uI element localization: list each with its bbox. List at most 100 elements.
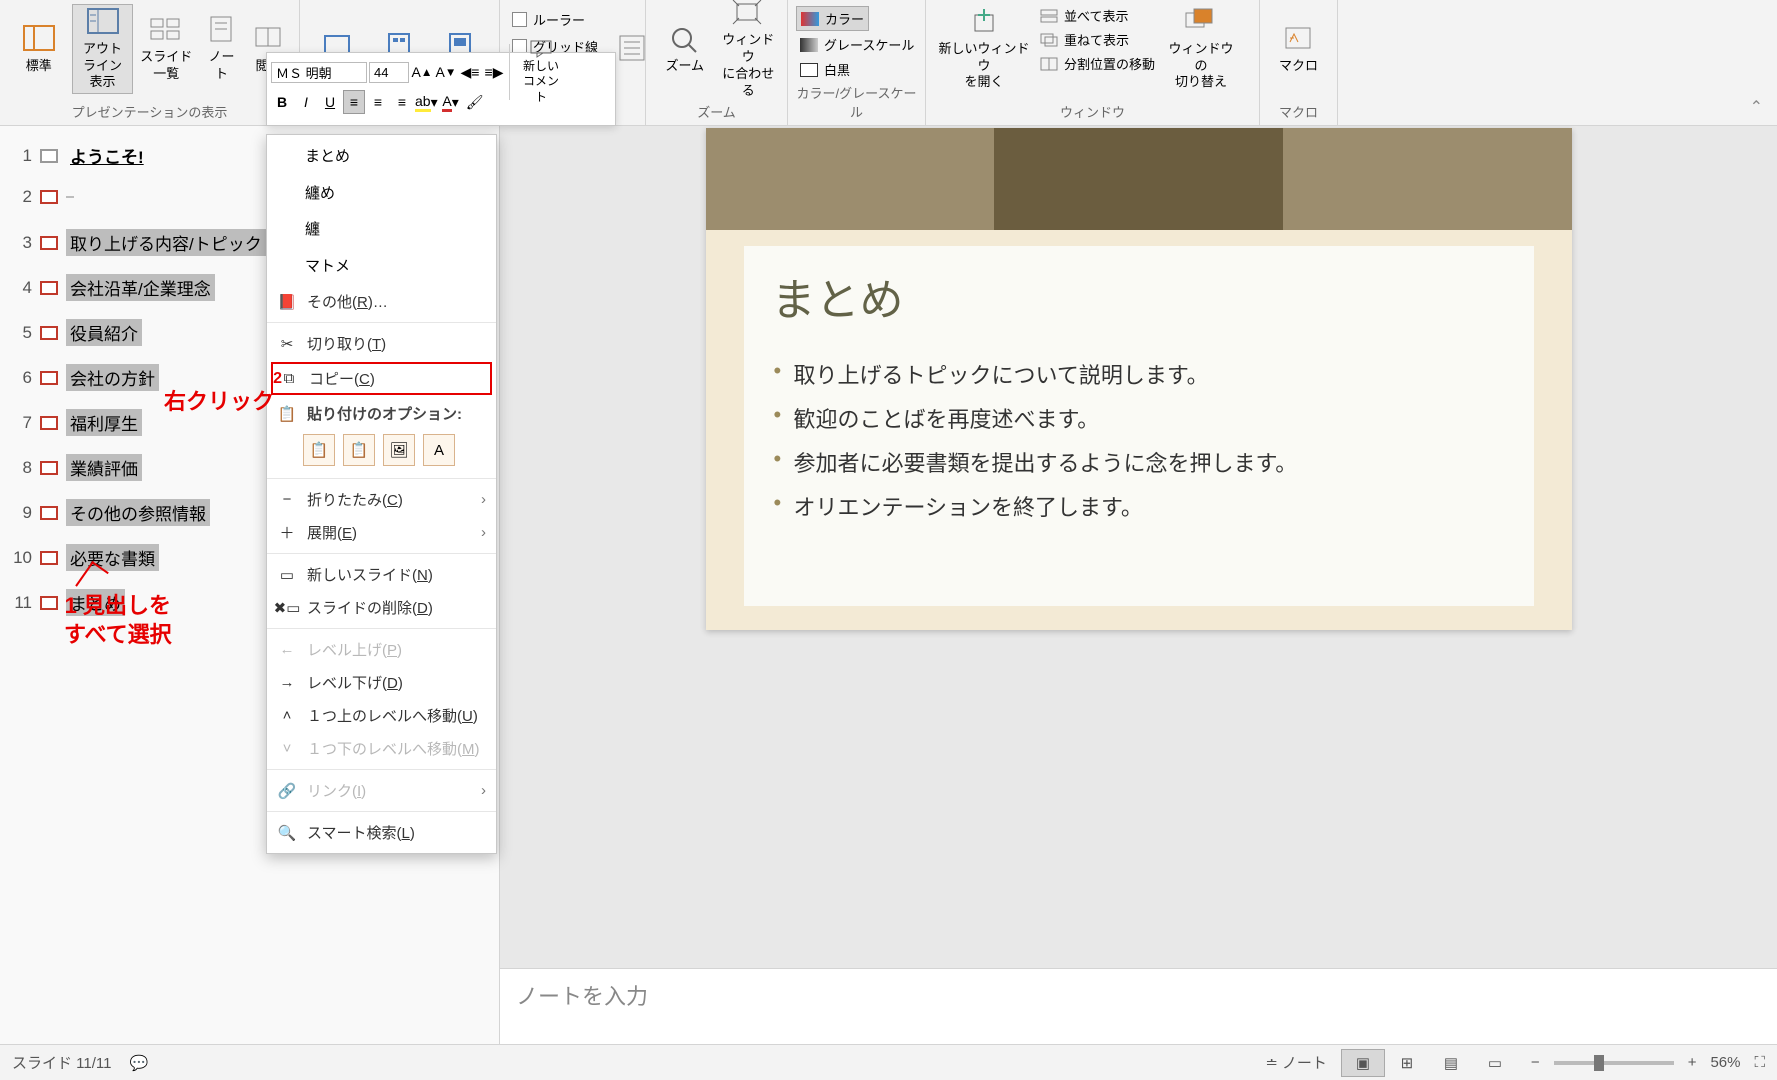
- macro-icon: [1282, 24, 1316, 54]
- reading-view-btn[interactable]: ▤: [1429, 1049, 1473, 1077]
- demote-item[interactable]: →レベル下げ(D): [267, 666, 496, 699]
- sorter-view-btn[interactable]: ⊞: [1385, 1049, 1429, 1077]
- notes-pane-icon: [616, 34, 650, 64]
- status-bar: スライド 11/11 💬 ≐ ノート ▣ ⊞ ▤ ▭ − + 56% ⛶: [0, 1044, 1777, 1080]
- paste-keep-source[interactable]: 📋: [343, 434, 375, 466]
- plus-icon: ＋: [277, 523, 297, 543]
- collapse-ribbon-icon[interactable]: ⌃: [1750, 97, 1763, 117]
- bold-button[interactable]: B: [271, 90, 293, 114]
- paste-text-only[interactable]: A: [423, 434, 455, 466]
- ime-suggestion[interactable]: 纏: [267, 212, 496, 249]
- ribbon-group-macro: マクロ マクロ: [1260, 0, 1338, 125]
- ime-suggestion[interactable]: まとめ: [267, 139, 496, 176]
- font-name-input[interactable]: [271, 62, 367, 83]
- macro-button[interactable]: マクロ: [1268, 4, 1329, 94]
- align-left-button[interactable]: ≡: [343, 90, 365, 114]
- delete-slide-item[interactable]: ✖▭スライドの削除(D): [267, 591, 496, 624]
- new-comment-button[interactable]: 新しい コメント: [514, 44, 568, 100]
- slide-title[interactable]: まとめ: [772, 264, 1506, 328]
- zoom-thumb[interactable]: [1594, 1055, 1604, 1071]
- switch-window-button[interactable]: ウィンドウの 切り替え: [1161, 4, 1241, 94]
- highlight-button[interactable]: ab▾: [415, 90, 438, 114]
- underline-button[interactable]: U: [319, 90, 341, 114]
- slide-counter: スライド 11/11: [12, 1052, 111, 1073]
- new-window-button[interactable]: 新しいウィンドウ を開く: [934, 4, 1034, 94]
- notes-pane[interactable]: ノートを入力: [500, 968, 1777, 1044]
- expand-item[interactable]: ＋展開(E)›: [267, 516, 496, 549]
- bullet-item: 参加者に必要書類を提出するように念を押します。: [772, 440, 1506, 484]
- cascade-button[interactable]: 重ねて表示: [1036, 28, 1159, 51]
- decrease-font-button[interactable]: A▼: [435, 60, 457, 84]
- bw-icon: [800, 63, 818, 77]
- cut-item[interactable]: ✂切り取り(T): [267, 327, 496, 360]
- group-label: ウィンドウ: [934, 100, 1251, 123]
- increase-indent-button[interactable]: ≡▶: [483, 60, 505, 84]
- slide-number: 5: [10, 323, 32, 343]
- slide-icon: [40, 551, 58, 565]
- group-label: ズーム: [654, 100, 779, 123]
- copy-item[interactable]: ⧉コピー(C): [271, 362, 492, 395]
- format-painter-button[interactable]: 🖌: [464, 90, 486, 114]
- decrease-indent-button[interactable]: ◀≡: [459, 60, 481, 84]
- ribbon-group-views: 標準 アウトライン 表示 スライド 一覧 ノー ト 閲覧 プレゼンテーションの表…: [0, 0, 300, 125]
- grayscale-button[interactable]: グレースケール: [796, 33, 918, 56]
- fit-slide-button[interactable]: ⛶: [1754, 1054, 1765, 1071]
- label: 並べて表示: [1064, 6, 1128, 25]
- minus-icon: −: [277, 490, 297, 510]
- chevron-right-icon: ›: [481, 782, 486, 799]
- ime-suggestion[interactable]: マトメ: [267, 249, 496, 286]
- arrange-all-button[interactable]: 並べて表示: [1036, 4, 1159, 27]
- book-icon: 📕: [277, 292, 297, 312]
- sorter-icon: [149, 15, 183, 45]
- right-area: まとめ 取り上げるトピックについて説明します。歓迎のことばを再度述べます。参加者…: [500, 126, 1777, 1044]
- zoom-out-button[interactable]: −: [1531, 1054, 1540, 1071]
- slide-title-text: 福利厚生: [66, 409, 142, 436]
- slide-number: 9: [10, 503, 32, 523]
- label: 新しいスライド(N): [307, 564, 433, 585]
- blackwhite-button[interactable]: 白黒: [796, 58, 854, 81]
- notes-icon: [205, 15, 239, 45]
- align-center-button[interactable]: ≡: [367, 90, 389, 114]
- label: 標準: [26, 58, 52, 75]
- new-slide-item[interactable]: ▭新しいスライド(N): [267, 558, 496, 591]
- increase-font-button[interactable]: A▲: [411, 60, 433, 84]
- zoom-slider[interactable]: [1554, 1061, 1674, 1065]
- color-icon: [801, 12, 819, 26]
- color-button[interactable]: カラー: [796, 6, 869, 31]
- move-up-item[interactable]: ˄１つ上のレベルへ移動(U): [267, 699, 496, 732]
- slideshow-btn[interactable]: ▭: [1473, 1049, 1517, 1077]
- slide-number: 4: [10, 278, 32, 298]
- ribbon-spacer: ⌃: [1338, 0, 1777, 125]
- outline-view-icon: [86, 7, 120, 37]
- slide-icon: [40, 506, 58, 520]
- ime-suggestion[interactable]: 纏め: [267, 176, 496, 213]
- label: 展開(E): [307, 522, 357, 543]
- comments-icon[interactable]: 💬: [129, 1054, 148, 1072]
- slide-bullets[interactable]: 取り上げるトピックについて説明します。歓迎のことばを再度述べます。参加者に必要書…: [772, 352, 1506, 528]
- view-sorter-button[interactable]: スライド 一覧: [135, 4, 197, 94]
- paste-options-header: 📋貼り付けのオプション:: [267, 397, 496, 430]
- move-split-button[interactable]: 分割位置の移動: [1036, 52, 1159, 75]
- view-notes-button[interactable]: ノー ト: [199, 4, 244, 94]
- collapse-item[interactable]: −折りたたみ(C)›: [267, 483, 496, 516]
- notes-toggle[interactable]: ≐ ノート: [1265, 1052, 1327, 1073]
- fit-icon: [731, 0, 765, 28]
- slide-icon: [40, 596, 58, 610]
- ime-other-item[interactable]: 📕その他(R)…: [267, 285, 496, 318]
- normal-view-btn[interactable]: ▣: [1341, 1049, 1385, 1077]
- zoom-in-button[interactable]: +: [1688, 1054, 1697, 1071]
- ruler-checkbox[interactable]: ルーラー: [508, 8, 589, 31]
- paste-picture[interactable]: 🖼: [383, 434, 415, 466]
- view-normal-button[interactable]: 標準: [8, 4, 70, 94]
- italic-button[interactable]: I: [295, 90, 317, 114]
- fit-window-button[interactable]: ウィンドウ に合わせる: [718, 4, 780, 94]
- ribbon-group-window: 新しいウィンドウ を開く 並べて表示 重ねて表示 分割位置の移動 ウィンドウの …: [926, 0, 1260, 125]
- smart-lookup-item[interactable]: 🔍スマート検索(L): [267, 816, 496, 849]
- paste-dest-theme[interactable]: 📋: [303, 434, 335, 466]
- font-color-button[interactable]: A▾: [440, 90, 462, 114]
- zoom-level[interactable]: 56%: [1710, 1054, 1740, 1071]
- label: １つ下のレベルへ移動(M): [307, 738, 480, 759]
- align-right-button[interactable]: ≡: [391, 90, 413, 114]
- font-size-input[interactable]: [369, 62, 409, 83]
- view-outline-button[interactable]: アウトライン 表示: [72, 4, 134, 94]
